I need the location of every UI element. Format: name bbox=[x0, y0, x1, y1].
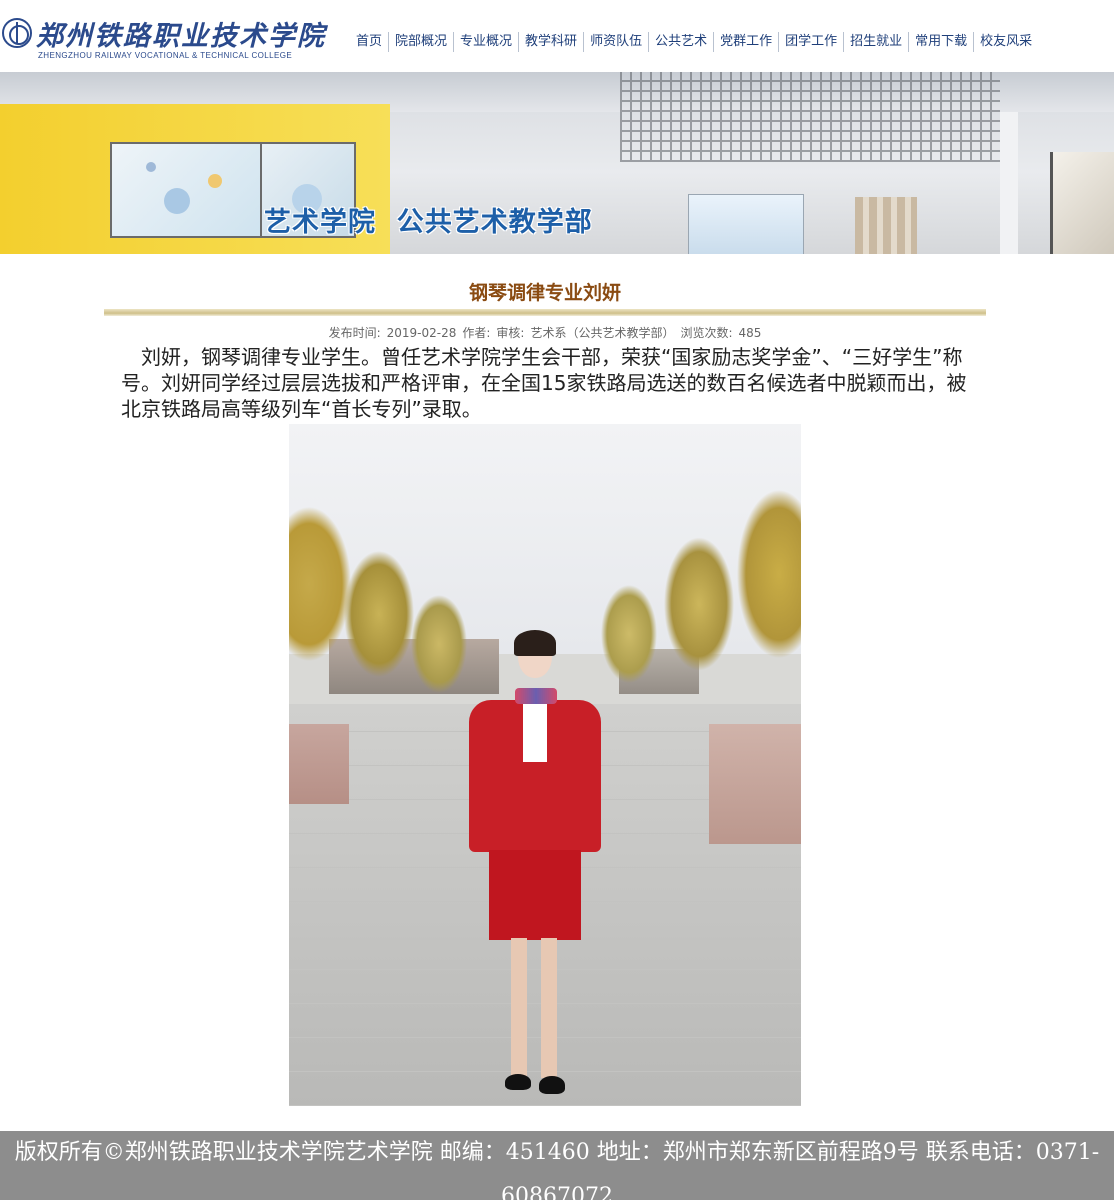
title-divider bbox=[104, 309, 986, 316]
nav-item-public-art[interactable]: 公共艺术 bbox=[648, 32, 713, 52]
banner-pillar bbox=[1000, 112, 1018, 254]
site-footer: 版权所有©郑州铁路职业技术学院艺术学院 邮编：451460 地址：郑州市郑东新区… bbox=[0, 1131, 1114, 1200]
footer-copyright: 版权所有©郑州铁路职业技术学院艺术学院 邮编：451460 地址：郑州市郑东新区… bbox=[14, 1140, 1100, 1200]
article-body: 刘妍，钢琴调律专业学生。曾任艺术学院学生会干部，荣获“国家励志奖学金”、“三好学… bbox=[121, 345, 967, 421]
logo-chinese-name[interactable]: 郑州铁路职业技术学院 bbox=[36, 14, 326, 53]
nav-item-youth-league[interactable]: 团学工作 bbox=[778, 32, 843, 52]
header-banner: 艺术学院 公共艺术教学部 bbox=[0, 72, 1114, 254]
article-title: 钢琴调律专业刘妍 bbox=[468, 282, 621, 304]
department-name: 艺术系（公共艺术教学部） bbox=[530, 326, 675, 340]
nav-item-overview[interactable]: 院部概况 bbox=[388, 32, 453, 52]
banner-title: 艺术学院 公共艺术教学部 bbox=[264, 207, 593, 238]
main-nav: 首页 院部概况 专业概况 教学科研 师资队伍 公共艺术 党群工作 团学工作 招生… bbox=[350, 30, 1038, 54]
nav-item-research[interactable]: 教学科研 bbox=[518, 32, 583, 52]
nav-item-party[interactable]: 党群工作 bbox=[713, 32, 778, 52]
nav-item-alumni[interactable]: 校友风采 bbox=[973, 32, 1038, 52]
logo-english-name: ZHENGZHOU RAILWAY VOCATIONAL & TECHNICAL… bbox=[38, 51, 293, 60]
views-label: 浏览次数: bbox=[680, 326, 733, 340]
reviewer-label: 审核: bbox=[496, 326, 525, 340]
banner-doorway bbox=[688, 194, 804, 254]
banner-grid-ceiling bbox=[620, 72, 1000, 162]
nav-item-downloads[interactable]: 常用下载 bbox=[908, 32, 973, 52]
nav-item-home[interactable]: 首页 bbox=[350, 32, 388, 52]
nav-item-admissions[interactable]: 招生就业 bbox=[843, 32, 908, 52]
nav-item-faculty[interactable]: 师资队伍 bbox=[583, 32, 648, 52]
article-meta: 发布时间: 2019-02-28 作者: 审核: 艺术系（公共艺术教学部） 浏览次数: 48… bbox=[0, 324, 1090, 341]
student-figure bbox=[465, 630, 605, 1100]
banner-panel bbox=[855, 197, 917, 254]
student-photo bbox=[289, 424, 801, 1106]
banner-poster bbox=[1050, 152, 1114, 254]
publish-label: 发布时间: bbox=[328, 326, 381, 340]
college-emblem-icon[interactable] bbox=[2, 18, 32, 48]
author-label: 作者: bbox=[462, 326, 491, 340]
views-count: 485 bbox=[738, 326, 762, 340]
site-header: 郑州铁路职业技术学院 ZHENGZHOU RAILWAY VOCATIONAL … bbox=[0, 0, 1114, 72]
publish-date: 2019-02-28 bbox=[386, 326, 457, 340]
nav-item-majors[interactable]: 专业概况 bbox=[453, 32, 518, 52]
banner-display-screen bbox=[110, 142, 264, 238]
